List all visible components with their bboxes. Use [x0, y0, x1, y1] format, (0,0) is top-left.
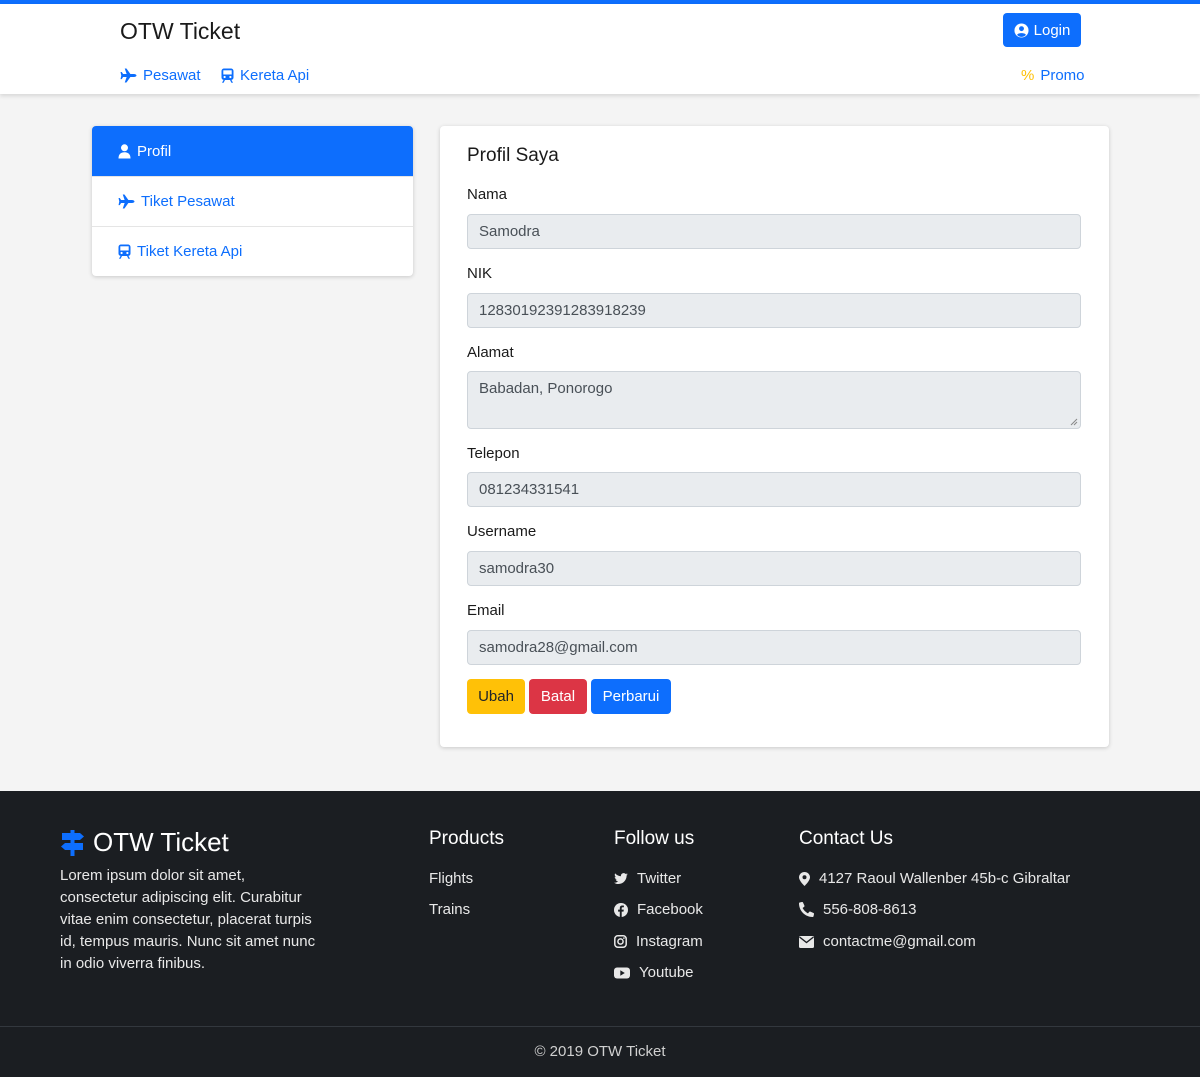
email-field[interactable]: samodra28@gmail.com: [467, 630, 1081, 665]
percent-icon: %: [1021, 67, 1035, 84]
footer-description: Lorem ipsum dolor sit amet, consectetur …: [60, 867, 316, 972]
plane-icon: [118, 194, 135, 209]
nav-kereta-api[interactable]: Kereta Api: [221, 67, 309, 84]
footer-divider: [0, 1026, 1200, 1027]
login-label: Login: [1033, 21, 1071, 39]
follow-title: Follow us: [614, 828, 695, 849]
contact-phone-text: 556-808-8613: [823, 901, 917, 918]
nav-promo[interactable]: % Promo: [1021, 67, 1085, 84]
instagram-icon: [614, 935, 627, 948]
footer-link-trains[interactable]: Trains: [429, 901, 470, 918]
telepon-label: Telepon: [467, 445, 520, 462]
profile-sidebar: Profil Tiket Pesawat Tiket Kereta Api: [92, 126, 413, 276]
footer-link-twitter[interactable]: Twitter: [614, 870, 681, 887]
alamat-value: Babadan, Ponorogo: [479, 380, 613, 397]
nav-promo-label: Promo: [1040, 67, 1085, 84]
nav-pesawat-label: Pesawat: [143, 67, 201, 84]
telepon-value: 081234331541: [479, 481, 580, 498]
nav-kereta-label: Kereta Api: [240, 67, 310, 84]
footer-brand: OTW Ticket: [60, 827, 229, 858]
twitter-label: Twitter: [637, 870, 682, 887]
username-field[interactable]: samodra30: [467, 551, 1081, 586]
resize-handle-icon[interactable]: [1070, 418, 1078, 426]
sidebar-item-tiket-pesawat[interactable]: Tiket Pesawat: [92, 176, 413, 226]
facebook-label: Facebook: [637, 901, 703, 918]
envelope-icon: [799, 935, 814, 948]
contact-email-text: contactme@gmail.com: [823, 933, 976, 950]
email-value: samodra28@gmail.com: [479, 639, 638, 656]
contact-address-text: 4127 Raoul Wallenber 45b-c Gibraltar: [819, 870, 1071, 887]
username-value: samodra30: [479, 560, 555, 577]
alamat-textarea[interactable]: Babadan, Ponorogo: [467, 371, 1081, 429]
nama-value: Samodra: [479, 223, 540, 240]
user-icon: [118, 143, 131, 159]
youtube-label: Youtube: [639, 964, 694, 981]
email-label: Email: [467, 602, 505, 619]
username-label: Username: [467, 523, 537, 540]
user-circle-icon: [1014, 22, 1029, 38]
nik-label: NIK: [467, 265, 493, 282]
facebook-icon: [614, 902, 628, 917]
alamat-label: Alamat: [467, 344, 514, 361]
youtube-icon: [614, 967, 630, 979]
copyright-text: © 2019 OTW Ticket: [534, 1043, 666, 1060]
sidebar-item-label: Tiket Kereta Api: [137, 243, 243, 260]
nik-field[interactable]: 12830192391283918239: [467, 293, 1081, 328]
brand-title[interactable]: OTW Ticket: [120, 18, 240, 45]
train-icon: [221, 68, 234, 83]
contact-title: Contact Us: [799, 828, 893, 849]
sidebar-item-profil[interactable]: Profil: [92, 126, 413, 176]
nama-label: Nama: [467, 186, 508, 203]
login-button[interactable]: Login: [1003, 13, 1081, 47]
nav-pesawat[interactable]: Pesawat: [120, 67, 201, 84]
sidebar-item-tiket-kereta-api[interactable]: Tiket Kereta Api: [92, 226, 413, 276]
ubah-button[interactable]: Ubah: [467, 679, 525, 714]
batal-button[interactable]: Batal: [529, 679, 587, 714]
contact-email: contactme@gmail.com: [799, 933, 976, 950]
footer-link-facebook[interactable]: Facebook: [614, 901, 703, 918]
train-icon: [118, 244, 131, 259]
instagram-label: Instagram: [636, 933, 703, 950]
profile-card: Profil Saya Nama Samodra NIK 12830192391…: [440, 126, 1109, 747]
twitter-icon: [614, 872, 628, 885]
footer-link-youtube[interactable]: Youtube: [614, 964, 694, 981]
footer-brand-text: OTW Ticket: [93, 827, 229, 857]
signpost-icon: [60, 829, 85, 856]
products-title: Products: [429, 828, 504, 849]
contact-phone: 556-808-8613: [799, 901, 916, 918]
footer-link-instagram[interactable]: Instagram: [614, 933, 703, 950]
site-header: OTW Ticket Login Pesawat Kereta Api % Pr…: [0, 4, 1200, 94]
page-title: Profil Saya: [467, 145, 559, 166]
footer-link-flights[interactable]: Flights: [429, 870, 473, 887]
site-footer: OTW Ticket Lorem ipsum dolor sit amet, c…: [0, 791, 1200, 1077]
phone-icon: [799, 902, 814, 917]
contact-address: 4127 Raoul Wallenber 45b-c Gibraltar: [799, 870, 1070, 887]
sidebar-item-label: Tiket Pesawat: [141, 193, 235, 210]
telepon-field[interactable]: 081234331541: [467, 472, 1081, 507]
nik-value: 12830192391283918239: [479, 302, 646, 319]
plane-icon: [120, 68, 137, 83]
sidebar-item-label: Profil: [137, 142, 172, 160]
perbarui-button[interactable]: Perbarui: [591, 679, 671, 714]
nama-field[interactable]: Samodra: [467, 214, 1081, 249]
map-marker-icon: [799, 871, 810, 886]
